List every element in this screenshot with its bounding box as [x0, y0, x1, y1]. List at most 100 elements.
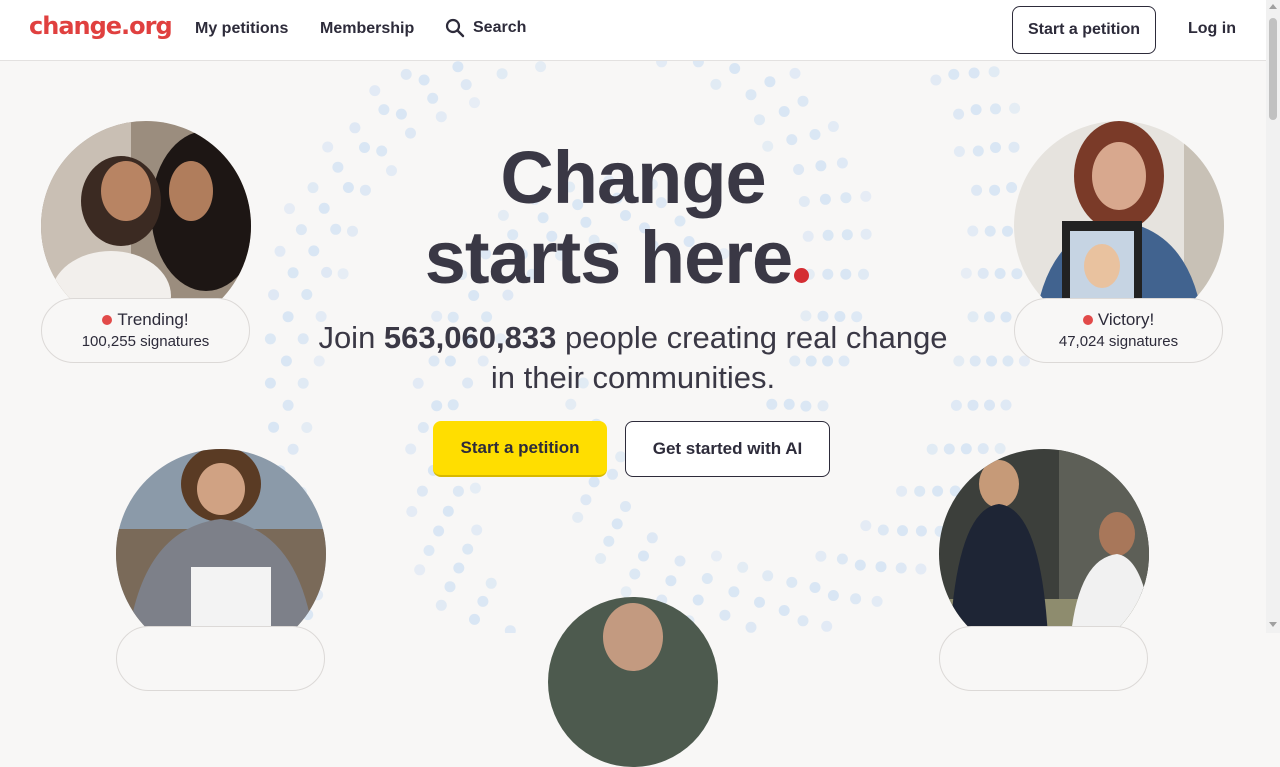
- nav-my-petitions[interactable]: My petitions: [195, 20, 288, 38]
- background-dot: [897, 525, 908, 537]
- scroll-thumb[interactable]: [1269, 18, 1277, 120]
- background-dot: [984, 311, 995, 323]
- background-dot: [800, 400, 812, 412]
- background-dot: [754, 114, 765, 126]
- background-dot: [988, 66, 1000, 78]
- background-dot: [729, 63, 741, 74]
- background-dot: [369, 85, 381, 97]
- background-dot: [817, 400, 829, 412]
- background-dot: [1000, 399, 1012, 411]
- background-dot: [268, 421, 280, 433]
- background-dot: [638, 550, 649, 562]
- background-dot: [444, 581, 456, 593]
- background-dot: [588, 476, 600, 488]
- background-dot: [960, 443, 972, 455]
- background-dot: [453, 562, 465, 574]
- background-dot: [815, 550, 827, 562]
- background-dot: [264, 333, 276, 345]
- photo-illustration: [548, 597, 718, 767]
- background-dot: [378, 104, 390, 116]
- petition-card-bottom-left[interactable]: [116, 626, 325, 691]
- trending-card[interactable]: Trending! 100,255 signatures: [41, 298, 250, 363]
- hero-subtitle: Join 563,060,833 people creating real ch…: [300, 318, 966, 398]
- background-dot: [915, 525, 927, 537]
- background-dot: [282, 311, 294, 323]
- background-dot: [896, 485, 908, 497]
- background-dot: [783, 398, 795, 410]
- subtitle-line2: in their communities.: [490, 360, 776, 395]
- background-dot: [953, 108, 965, 120]
- background-dot: [435, 111, 447, 123]
- background-dot: [427, 92, 439, 104]
- background-dot: [452, 61, 464, 73]
- background-dot: [871, 595, 883, 607]
- victory-card[interactable]: Victory! 47,024 signatures: [1014, 298, 1223, 363]
- start-petition-button[interactable]: Start a petition: [433, 421, 607, 477]
- hero-title-line2-text: starts here: [424, 216, 793, 299]
- background-dot: [433, 525, 445, 537]
- background-dot: [462, 543, 474, 555]
- background-dot: [418, 74, 430, 86]
- background-dot: [280, 355, 292, 367]
- background-dot: [778, 106, 790, 117]
- background-dot: [797, 95, 809, 107]
- background-dot: [778, 605, 790, 616]
- background-dot: [860, 520, 872, 532]
- background-dot: [282, 399, 294, 411]
- header-start-petition-button[interactable]: Start a petition: [1012, 6, 1156, 54]
- background-dot: [977, 443, 989, 455]
- background-dot: [620, 501, 631, 512]
- background-dot: [990, 103, 1001, 115]
- member-count: 563,060,833: [383, 320, 557, 355]
- background-dot: [469, 482, 481, 494]
- background-dot: [827, 590, 839, 601]
- background-dot: [1002, 355, 1014, 367]
- background-dot: [452, 485, 464, 497]
- background-dot: [745, 621, 757, 633]
- background-dot: [1000, 311, 1012, 323]
- background-dot: [416, 485, 428, 497]
- background-dot: [447, 399, 459, 411]
- background-dot: [471, 524, 483, 536]
- background-dot: [701, 573, 713, 584]
- background-dot: [745, 89, 757, 101]
- login-link[interactable]: Log in: [1188, 20, 1236, 38]
- background-dot: [460, 79, 472, 91]
- background-dot: [629, 568, 641, 580]
- red-period-dot: [794, 268, 810, 283]
- background-dot: [395, 108, 407, 120]
- status-dot-icon: [102, 315, 113, 325]
- petition-photo-bottom-center[interactable]: [548, 597, 718, 767]
- background-dot: [442, 505, 454, 517]
- background-dot: [969, 355, 981, 367]
- top-navigation-bar: change.org My petitions Membership Searc…: [0, 0, 1266, 61]
- background-dot: [836, 553, 848, 565]
- background-dot: [1009, 102, 1021, 114]
- background-dot: [485, 577, 497, 589]
- background-dot: [349, 122, 361, 134]
- background-dot: [786, 576, 798, 588]
- background-dot: [405, 127, 416, 139]
- get-started-ai-button[interactable]: Get started with AI: [625, 421, 830, 477]
- background-dot: [405, 443, 417, 455]
- background-dot: [930, 74, 942, 86]
- nav-search[interactable]: Search: [445, 18, 526, 38]
- scroll-down-arrow-icon[interactable]: [1269, 622, 1277, 627]
- background-dot: [728, 586, 740, 598]
- background-dot: [986, 355, 998, 367]
- background-dot: [710, 78, 722, 90]
- change-org-logo[interactable]: change.org: [29, 12, 173, 40]
- nav-membership[interactable]: Membership: [320, 20, 414, 38]
- search-label: Search: [473, 19, 527, 36]
- petition-card-bottom-right[interactable]: [939, 626, 1148, 691]
- background-dot: [477, 595, 489, 607]
- background-dot: [762, 570, 774, 582]
- background-dot: [968, 67, 980, 79]
- page-scrollbar[interactable]: [1266, 0, 1280, 633]
- background-dot: [994, 443, 1006, 454]
- scroll-up-arrow-icon[interactable]: [1269, 4, 1277, 9]
- background-dot: [692, 61, 704, 68]
- search-icon: [445, 18, 465, 38]
- background-dot: [287, 443, 299, 455]
- background-dot: [766, 398, 778, 410]
